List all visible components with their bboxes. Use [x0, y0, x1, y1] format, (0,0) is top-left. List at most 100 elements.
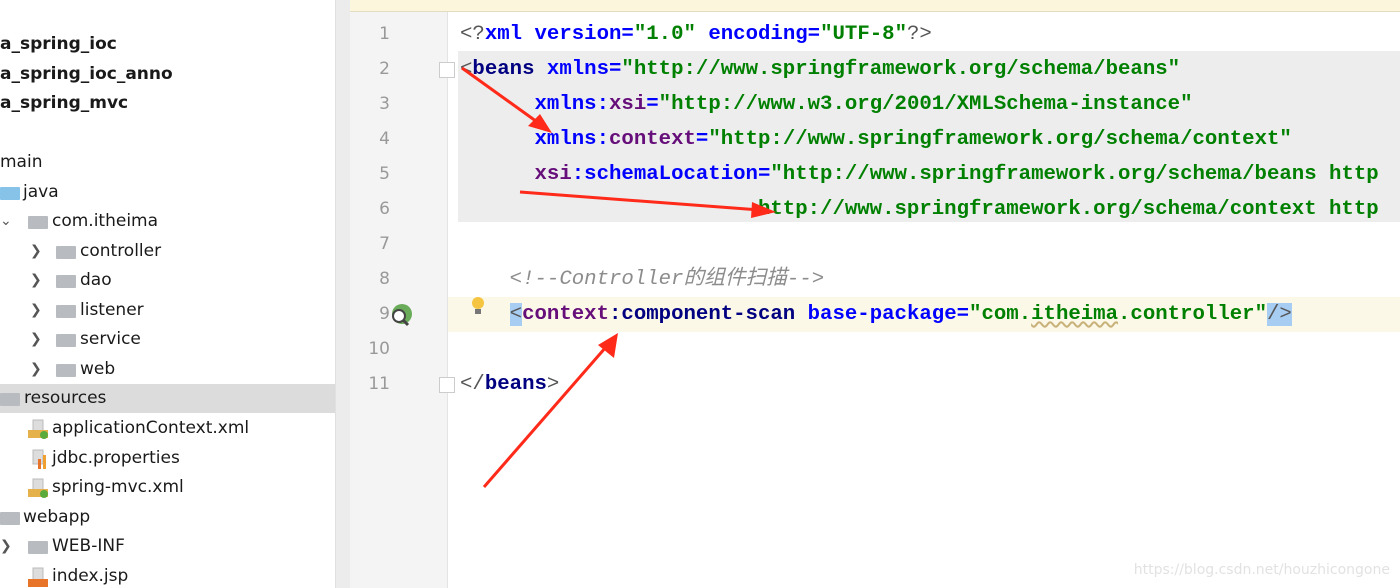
code-token-indent — [460, 163, 535, 186]
package-icon — [56, 364, 76, 377]
code-token-br: < — [460, 58, 473, 81]
tree-item-label: jdbc.properties — [52, 448, 180, 468]
code-token-ns: context — [522, 303, 609, 326]
tree-item-web[interactable]: ❯ web — [0, 355, 335, 384]
code-token-com: <!--Controller的组件扫描--> — [509, 268, 825, 291]
chevron-right-icon[interactable]: ❯ — [30, 266, 42, 295]
code-token-attr: base-package= — [807, 303, 970, 326]
fold-toggle-icon[interactable] — [439, 377, 455, 393]
package-icon — [28, 216, 48, 229]
project-tree-scrollbar[interactable] — [335, 0, 351, 588]
line-number: 4 — [379, 129, 390, 149]
chevron-right-icon[interactable]: ❯ — [30, 237, 42, 266]
code-token-str: "http://www.springframework.org/schema/c… — [708, 128, 1292, 151]
code-token-ns: xsi — [609, 93, 647, 116]
code-token-attr: xmlns: — [534, 128, 610, 151]
tree-item-label: java — [23, 182, 59, 202]
code-token-tag: beans — [484, 373, 547, 396]
folder-icon — [28, 541, 48, 554]
tree-item-label: a_spring_mvc — [0, 93, 129, 113]
code-token-str: "http://www.springframework.org/schema/b… — [621, 58, 1181, 81]
chevron-right-icon[interactable]: ❯ — [30, 325, 42, 354]
fold-toggle-icon[interactable] — [439, 62, 455, 78]
tree-item-webapp[interactable]: webapp — [0, 503, 335, 532]
tree-item-controller[interactable]: ❯ controller — [0, 237, 335, 266]
jsp-file-icon — [28, 567, 48, 587]
code-token-br: > — [546, 373, 560, 396]
code-token-indent — [460, 303, 510, 326]
line-number: 7 — [379, 234, 390, 254]
code-token-attr: xmlns= — [546, 58, 622, 81]
code-token-indent — [460, 198, 758, 221]
package-icon — [56, 275, 76, 288]
code-token-tag: :component-scan — [609, 303, 808, 326]
tree-item-label: web — [80, 359, 116, 379]
tree-item-label: webapp — [23, 507, 91, 527]
code-token-indent — [460, 93, 535, 116]
chevron-right-icon[interactable]: ❯ — [30, 355, 42, 384]
editor-tab-bar[interactable] — [350, 0, 1400, 12]
code-token-str: "http://www.w3.org/2001/XMLSchema-instan… — [658, 93, 1193, 116]
tree-item-listener[interactable]: ❯ listener — [0, 296, 335, 325]
code-token-attr: encoding= — [695, 23, 821, 46]
code-line[interactable]: <?xml version="1.0" encoding="UTF-8"?> — [460, 17, 932, 52]
code-token-attr: xml — [484, 23, 535, 46]
properties-file-icon — [32, 449, 46, 469]
code-token-attr: = — [646, 93, 659, 116]
tree-item-dao[interactable]: ❯ dao — [0, 266, 335, 295]
tree-item-jdbc-properties[interactable]: jdbc.properties — [0, 444, 335, 473]
tree-item-service[interactable]: ❯ service — [0, 325, 335, 354]
code-line[interactable]: </beans> — [460, 367, 559, 402]
source-folder-icon — [0, 187, 20, 200]
tree-item-index-jsp[interactable]: index.jsp — [0, 562, 335, 588]
chevron-right-icon[interactable]: ❯ — [0, 532, 12, 561]
line-number: 11 — [368, 374, 390, 394]
code-token-br: </ — [460, 373, 485, 396]
code-line[interactable]: xsi:schemaLocation="http://www.springfra… — [460, 157, 1379, 192]
tree-item-label: resources — [24, 388, 107, 408]
code-token-br: <? — [460, 23, 485, 46]
code-line[interactable]: <context:component-scan base-package="co… — [460, 297, 1292, 332]
spring-bean-scan-icon[interactable] — [388, 302, 414, 328]
web-folder-icon — [0, 512, 20, 525]
tree-item-web-inf[interactable]: ❯ WEB-INF — [0, 532, 335, 561]
code-line[interactable]: http://www.springframework.org/schema/co… — [460, 192, 1379, 227]
tree-item-applicationcontext-xml[interactable]: applicationContext.xml — [0, 414, 335, 443]
tree-item-label: com.itheima — [52, 211, 159, 231]
watermark: https://blog.csdn.net/houzhicongone — [1133, 562, 1390, 578]
package-icon — [56, 246, 76, 259]
tree-item-label: controller — [80, 241, 162, 261]
chevron-down-icon[interactable]: ⌄ — [0, 207, 12, 236]
code-token-str: .controller" — [1118, 303, 1267, 326]
code-line[interactable]: <beans xmlns="http://www.springframework… — [460, 52, 1180, 87]
code-token-tag: beans — [472, 58, 547, 81]
tree-item-a-spring-mvc[interactable]: a_spring_mvc — [0, 89, 335, 118]
code-token-str: "UTF-8" — [820, 23, 907, 46]
tree-item-a-spring-ioc[interactable]: a_spring_ioc — [0, 30, 335, 59]
project-tree[interactable]: a_spring_ioc a_spring_ioc_anno a_spring_mv… — [0, 0, 335, 588]
code-line[interactable]: xmlns:xsi="http://www.w3.org/2001/XMLSch… — [460, 87, 1193, 122]
code-line[interactable]: <!--Controller的组件扫描--> — [460, 262, 825, 297]
line-number: 10 — [368, 339, 390, 359]
code-editor[interactable]: 1 2 3 4 5 6 7 8 9 10 11 <?xml version="1.0" encodi… — [350, 0, 1400, 588]
code-token-str: http://www.springframework.org/schema/co… — [757, 198, 1379, 221]
tree-item-label: applicationContext.xml — [52, 418, 250, 438]
code-token-str: "com. — [969, 303, 1032, 326]
tree-item-spring-mvc-xml[interactable]: spring-mvc.xml — [0, 473, 335, 502]
tree-item-label: spring-mvc.xml — [52, 477, 184, 497]
tree-item-com-itheima[interactable]: ⌄ com.itheima — [0, 207, 335, 236]
chevron-right-icon[interactable]: ❯ — [30, 296, 42, 325]
line-number: 9 — [379, 304, 390, 324]
resources-folder-icon — [0, 393, 20, 406]
code-line[interactable]: xmlns:context="http://www.springframewor… — [460, 122, 1292, 157]
tree-item-label: a_spring_ioc_anno — [0, 64, 173, 84]
line-number: 2 — [379, 59, 390, 79]
line-number: 6 — [379, 199, 390, 219]
tree-item-a-spring-ioc-anno[interactable]: a_spring_ioc_anno — [0, 60, 335, 89]
tree-item-java[interactable]: java — [0, 178, 335, 207]
code-token-str: "http://www.springframework.org/schema/b… — [770, 163, 1379, 186]
editor-gutter: 1 2 3 4 5 6 7 8 9 10 11 — [350, 12, 455, 588]
tree-item-main[interactable]: main — [0, 148, 335, 177]
tree-item-resources[interactable]: resources — [0, 384, 335, 413]
tree-item-label: index.jsp — [52, 566, 129, 586]
